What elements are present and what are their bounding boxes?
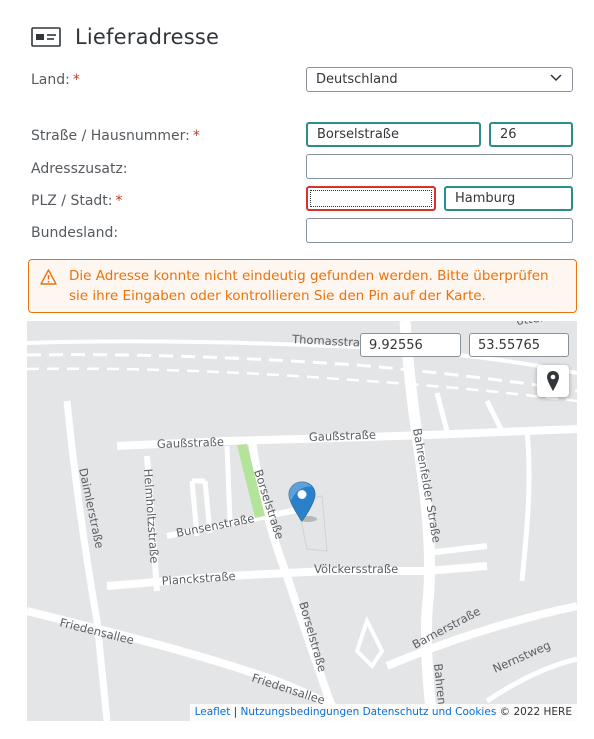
location-marker-icon[interactable]	[288, 481, 318, 523]
country-select[interactable]: Deutschland	[306, 67, 573, 92]
street-label: Straße / Hausnummer: *	[31, 128, 200, 144]
locate-pin-button[interactable]	[537, 365, 569, 397]
required-mark: *	[72, 72, 80, 88]
map-label-gauss-right: Gaußstraße	[309, 428, 377, 444]
longitude-input[interactable]: 9.92556	[360, 333, 461, 357]
page-title: Lieferadresse	[75, 25, 220, 49]
latitude-input[interactable]: 53.55765	[469, 333, 569, 357]
map-attribution: Leaflet | Nutzungsbedingungen Datenschut…	[189, 704, 577, 721]
warning-text: Die Adresse konnte nicht eindeutig gefun…	[69, 268, 549, 304]
city-input[interactable]: Hamburg	[444, 186, 573, 211]
required-mark: *	[192, 128, 200, 144]
privacy-link[interactable]: Datenschutz und Cookies	[363, 706, 497, 718]
map-view[interactable]: Thomasstraße ottentwiete Gaußstraße Gauß…	[27, 321, 577, 721]
copyright-text: © 2022 HERE	[496, 706, 572, 718]
state-input[interactable]	[306, 218, 573, 243]
state-label: Bundesland:	[31, 225, 119, 241]
zip-input[interactable]	[306, 186, 436, 211]
address-card-icon	[31, 27, 61, 47]
zip-city-label: PLZ / Stadt: *	[31, 193, 123, 209]
street-input[interactable]: Borselstraße	[306, 122, 481, 147]
section-header: Lieferadresse	[31, 20, 219, 54]
country-select-value: Deutschland	[316, 72, 398, 87]
map-pin-icon	[547, 371, 559, 391]
chevron-down-icon	[550, 74, 562, 82]
warning-message: Die Adresse konnte nicht eindeutig gefun…	[28, 259, 577, 313]
warning-icon	[40, 269, 57, 285]
address-extra-label: Adresszusatz:	[31, 161, 128, 177]
required-mark: *	[115, 193, 123, 209]
address-extra-input[interactable]	[306, 154, 573, 179]
map-label-voelckers: Völckersstraße	[314, 562, 398, 576]
leaflet-link[interactable]: Leaflet	[195, 706, 231, 718]
house-number-input[interactable]: 26	[489, 122, 573, 147]
terms-link[interactable]: Nutzungsbedingungen	[241, 706, 360, 718]
map-label-gauss-left: Gaußstraße	[157, 435, 225, 451]
country-label: Land: *	[31, 72, 80, 88]
